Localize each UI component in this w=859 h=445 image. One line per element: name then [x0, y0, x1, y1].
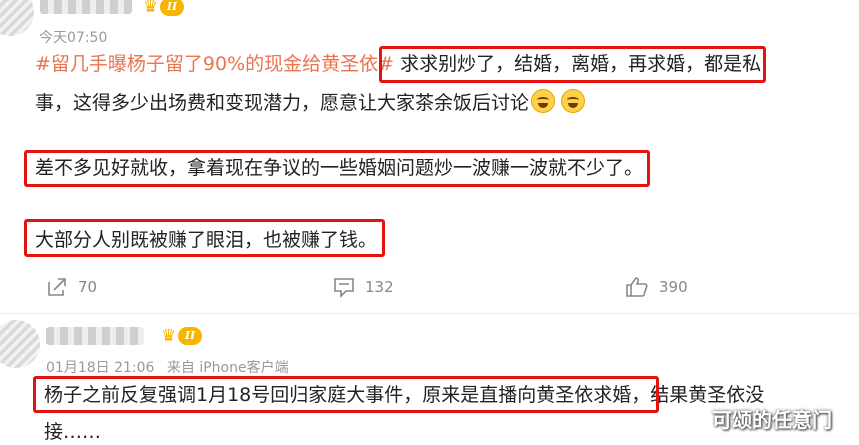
post-text-line: 事，这得多少出场费和变现潜力，愿意让大家茶余饭后讨论 — [35, 89, 586, 116]
share-button[interactable]: 70 — [46, 276, 97, 298]
post-text: 事，这得多少出场费和变现潜力，愿意让大家茶余饭后讨论 — [35, 92, 530, 114]
laugh-cry-icon — [561, 89, 586, 113]
thumbs-up-icon — [626, 277, 648, 297]
post-time: 今天07:50 — [39, 30, 108, 46]
post-time: 01月18日 21:06 来自 iPhone客户端 — [46, 357, 289, 377]
crown-icon: ♛ — [143, 0, 159, 17]
share-icon — [48, 278, 66, 296]
divider — [0, 313, 859, 314]
post-date: 01月18日 21:06 — [46, 360, 155, 376]
highlight-box — [24, 150, 650, 187]
post-text-line: 接…… — [44, 421, 102, 443]
post-text: 结果黄圣依没 — [650, 384, 765, 406]
highlight-box — [24, 219, 385, 257]
author-name[interactable] — [46, 327, 144, 345]
highlight-box — [33, 376, 659, 413]
like-count: 390 — [659, 278, 688, 296]
comment-count: 132 — [365, 278, 394, 296]
crown-icon: ♛ — [161, 326, 177, 346]
highlight-box — [379, 46, 766, 83]
comment-icon — [334, 278, 354, 298]
laugh-cry-icon — [531, 89, 556, 113]
avatar[interactable] — [0, 0, 34, 36]
hashtag-link[interactable]: #留几手曝杨子留了90%的现金给黄圣依# — [35, 53, 394, 75]
member-badge: II — [160, 0, 184, 16]
author-name[interactable] — [40, 0, 132, 14]
watermark: 可颂的任意门 — [712, 408, 832, 432]
comment-button[interactable]: 132 — [333, 276, 394, 298]
avatar[interactable] — [0, 320, 40, 368]
like-button[interactable]: 390 — [625, 276, 688, 298]
member-badge: II — [178, 327, 202, 345]
post-source: 来自 iPhone客户端 — [166, 360, 289, 376]
share-count: 70 — [78, 278, 98, 296]
